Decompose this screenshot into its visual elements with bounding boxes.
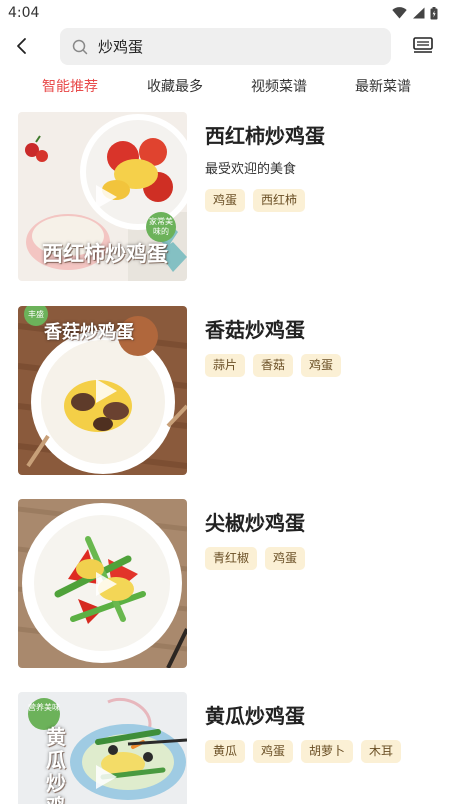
image-caption: 西红柿炒鸡蛋 <box>42 242 168 266</box>
recipe-title: 尖椒炒鸡蛋 <box>205 511 305 535</box>
recipe-thumbnail[interactable]: 营养美味 黄瓜炒鸡 <box>18 692 187 804</box>
ingredient-tag[interactable]: 鸡蛋 <box>265 547 306 570</box>
recipe-thumbnail[interactable] <box>18 499 187 668</box>
recipe-thumbnail[interactable]: 丰盛 香菇炒鸡蛋 <box>18 306 187 475</box>
back-arrow-icon <box>17 38 26 54</box>
ingredient-tag[interactable]: 胡萝卜 <box>301 740 354 763</box>
recipe-thumbnail[interactable]: 家常美味的 西红柿炒鸡蛋 <box>18 112 187 281</box>
image-caption: 香菇炒鸡蛋 <box>44 322 134 343</box>
search-query: 炒鸡蛋 <box>98 38 144 56</box>
play-icon <box>96 379 117 403</box>
recipe-title: 香菇炒鸡蛋 <box>205 318 305 342</box>
tag-list: 鸡蛋 西红柿 <box>205 189 306 212</box>
ingredient-tag[interactable]: 木耳 <box>361 740 402 763</box>
status-bar: 4:04 <box>0 0 452 26</box>
tab-smart-recommend[interactable]: 智能推荐 <box>42 76 98 96</box>
recipe-list-button[interactable] <box>408 32 438 60</box>
status-time: 4:04 <box>8 5 40 21</box>
image-caption: 黄瓜炒鸡 <box>46 725 66 804</box>
wifi-icon <box>392 7 407 19</box>
tag-list: 蒜片 香菇 鸡蛋 <box>205 354 342 377</box>
play-icon <box>96 572 117 596</box>
ingredient-tag[interactable]: 青红椒 <box>205 547 258 570</box>
ingredient-tag[interactable]: 蒜片 <box>205 354 246 377</box>
play-icon <box>96 765 117 789</box>
status-icons <box>392 6 438 20</box>
search-icon <box>72 39 88 54</box>
ingredient-tag[interactable]: 鸡蛋 <box>253 740 294 763</box>
tab-video-recipes[interactable]: 视频菜谱 <box>251 76 307 96</box>
tag-list: 青红椒 鸡蛋 <box>205 547 306 570</box>
tab-latest-recipes[interactable]: 最新菜谱 <box>355 76 411 96</box>
tag-list: 黄瓜 鸡蛋 胡萝卜 木耳 <box>205 740 402 763</box>
ingredient-tag[interactable]: 西红柿 <box>253 189 306 212</box>
recipe-card[interactable]: 丰盛 香菇炒鸡蛋 香菇炒鸡蛋 蒜片 香菇 鸡蛋 <box>18 306 438 476</box>
signal-icon <box>413 7 425 19</box>
list-icon <box>413 37 433 53</box>
ingredient-tag[interactable]: 黄瓜 <box>205 740 246 763</box>
recipe-card[interactable]: 营养美味 黄瓜炒鸡 黄瓜炒鸡蛋 黄瓜 鸡蛋 胡萝卜 木耳 <box>18 692 438 804</box>
ingredient-tag[interactable]: 香菇 <box>253 354 294 377</box>
back-button[interactable] <box>8 32 36 60</box>
top-bar: 炒鸡蛋 <box>0 26 452 66</box>
tab-most-favorited[interactable]: 收藏最多 <box>147 76 203 96</box>
search-input[interactable]: 炒鸡蛋 <box>60 28 391 65</box>
play-icon <box>96 185 117 209</box>
ingredient-tag[interactable]: 鸡蛋 <box>301 354 342 377</box>
recipe-title: 黄瓜炒鸡蛋 <box>205 704 305 728</box>
battery-icon <box>430 6 438 19</box>
recipe-card[interactable]: 家常美味的 西红柿炒鸡蛋 西红柿炒鸡蛋 最受欢迎的美食 鸡蛋 西红柿 <box>18 112 438 282</box>
recipe-title: 西红柿炒鸡蛋 <box>205 124 325 148</box>
filter-tabs: 智能推荐 收藏最多 视频菜谱 最新菜谱 <box>0 76 452 100</box>
ingredient-tag[interactable]: 鸡蛋 <box>205 189 246 212</box>
recipe-card[interactable]: 尖椒炒鸡蛋 青红椒 鸡蛋 <box>18 499 438 669</box>
recipe-subtitle: 最受欢迎的美食 <box>205 162 297 177</box>
